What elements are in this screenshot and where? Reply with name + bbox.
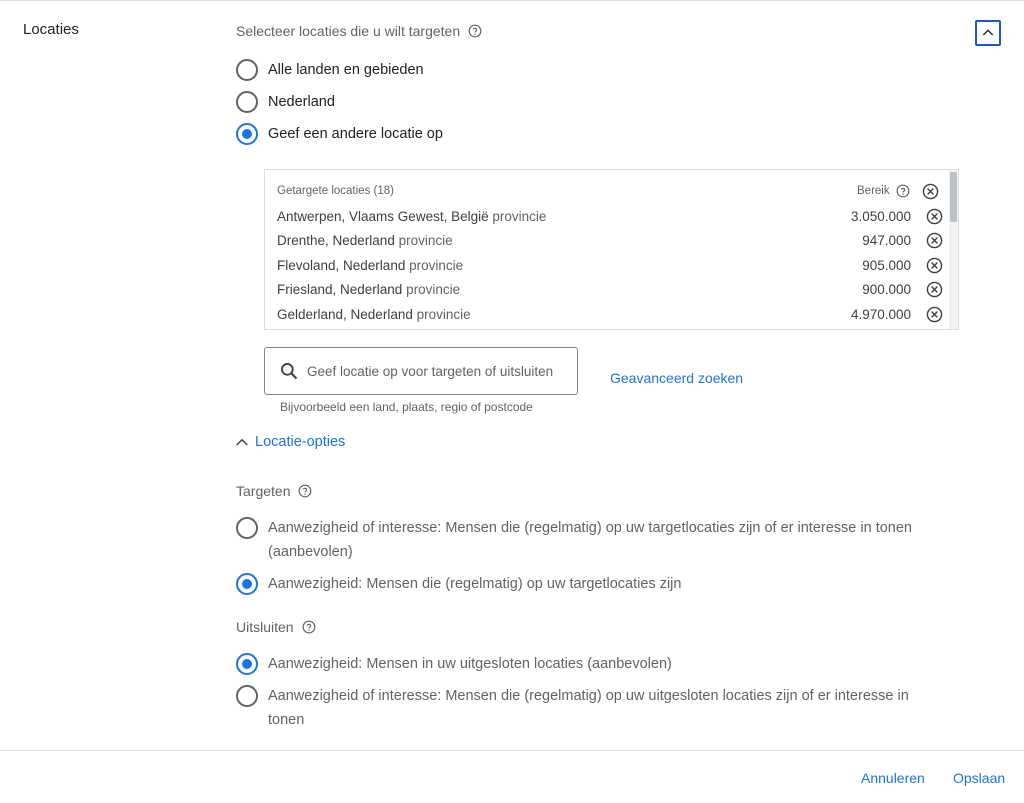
radio-exclude-presence-interest[interactable]: Aanwezigheid of interesse: Mensen die (r… [236,684,909,732]
location-row: Gelderland, Nederland provincie 4.970.00… [277,304,947,328]
prompt-text: Selecteer locaties die u wilt targeten [236,23,461,39]
reach-header: Bereik [857,184,910,198]
help-icon[interactable] [896,184,910,198]
location-name: Antwerpen, Vlaams Gewest, België [277,209,489,224]
remove-icon[interactable] [926,208,943,225]
location-row: Friesland, Nederland provincie 900.000 [277,279,947,303]
chevron-up-icon [236,438,248,446]
location-reach: 905.000 [862,258,911,273]
reach-header-label: Bereik [857,185,890,197]
location-row: Drenthe, Nederland provincie 947.000 [277,230,947,254]
radio-button[interactable] [236,573,258,595]
location-type: provincie [398,233,453,248]
section-label: Locaties [23,21,79,38]
location-row: Antwerpen, Vlaams Gewest, België provinc… [277,206,947,230]
advanced-search-link[interactable]: Geavanceerd zoeken [610,370,743,386]
search-icon [281,363,298,380]
radio-label: Nederland [268,94,335,110]
remove-icon[interactable] [926,257,943,274]
targeting-label: Targeten [236,483,291,499]
location-type: provincie [406,282,461,297]
radio-other-location[interactable]: Geef een andere locatie op [236,122,443,146]
collapse-button[interactable] [975,20,1001,46]
radio-label-continued: (aanbevolen) [268,544,353,560]
location-type: provincie [416,307,471,322]
remove-all-icon[interactable] [922,183,939,200]
list-scrollbar[interactable] [949,170,958,329]
targeted-locations-list: Getargete locaties (18) Bereik Antwerpen… [264,169,959,330]
radio-targeting-presence-interest[interactable]: Aanwezigheid of interesse: Mensen die (r… [236,516,912,564]
radio-button[interactable] [236,517,258,539]
radio-label-continued: tonen [268,712,305,728]
location-search-box[interactable] [264,347,578,395]
location-prompt: Selecteer locaties die u wilt targeten [236,23,482,39]
location-reach: 900.000 [862,282,911,297]
remove-icon[interactable] [926,306,943,323]
location-name: Drenthe, Nederland [277,233,395,248]
targeting-heading: Targeten [236,483,312,499]
radio-button[interactable] [236,123,258,145]
remove-icon[interactable] [926,232,943,249]
radio-button[interactable] [236,59,258,81]
radio-button[interactable] [236,653,258,675]
targeted-locations-header: Getargete locaties (18) [277,185,394,197]
location-name: Friesland, Nederland [277,282,403,297]
exclude-label: Uitsluiten [236,619,294,635]
radio-all-countries[interactable]: Alle landen en gebieden [236,58,424,82]
location-type: provincie [409,258,464,273]
radio-targeting-presence[interactable]: Aanwezigheid: Mensen die (regelmatig) op… [236,572,681,596]
radio-label: Aanwezigheid: Mensen in uw uitgesloten l… [268,656,672,672]
scrollbar-thumb[interactable] [950,172,957,222]
remove-icon[interactable] [926,281,943,298]
location-type: provincie [492,209,547,224]
radio-label: Aanwezigheid of interesse: Mensen die (r… [268,520,912,536]
search-hint: Bijvoorbeeld een land, plaats, regio of … [280,400,533,414]
location-options-toggle[interactable]: Locatie-opties [233,433,345,451]
radio-label: Aanwezigheid of interesse: Mensen die (r… [268,688,909,704]
footer-divider [0,750,1024,751]
radio-label: Geef een andere locatie op [268,126,443,142]
radio-netherlands[interactable]: Nederland [236,90,335,114]
exclude-heading: Uitsluiten [236,619,316,635]
radio-label: Aanwezigheid: Mensen die (regelmatig) op… [268,576,682,592]
help-icon[interactable] [298,484,312,498]
location-search-input[interactable] [307,363,567,379]
location-reach: 947.000 [862,233,911,248]
location-options-label: Locatie-opties [255,434,346,450]
cancel-button[interactable]: Annuleren [861,770,925,786]
help-icon[interactable] [468,24,482,38]
save-button[interactable]: Opslaan [953,770,1005,786]
help-icon[interactable] [302,620,316,634]
location-name: Flevoland, Nederland [277,258,406,273]
chevron-up-icon [982,29,994,36]
radio-exclude-presence[interactable]: Aanwezigheid: Mensen in uw uitgesloten l… [236,652,672,676]
location-reach: 4.970.000 [850,307,911,322]
locations-panel: Locaties Selecteer locaties die u wilt t… [0,0,1024,803]
radio-label: Alle landen en gebieden [268,62,424,78]
radio-button[interactable] [236,91,258,113]
location-name: Gelderland, Nederland [277,307,413,322]
location-row: Flevoland, Nederland provincie 905.000 [277,255,947,279]
radio-button[interactable] [236,685,258,707]
location-reach: 3.050.000 [850,209,911,224]
